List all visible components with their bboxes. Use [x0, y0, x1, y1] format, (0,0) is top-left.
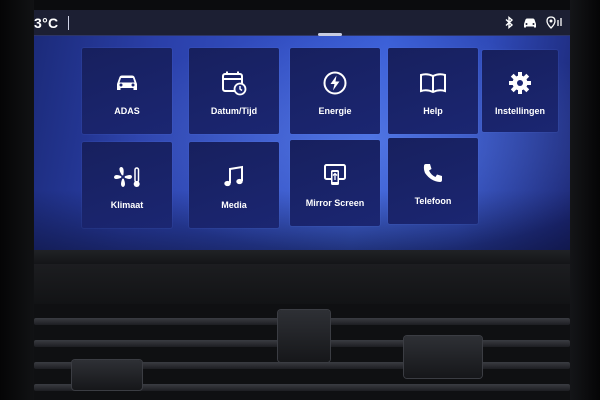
dashboard-panel — [34, 264, 570, 304]
tile-energie[interactable]: Energie — [290, 48, 380, 134]
tile-label: Energie — [318, 106, 352, 116]
tile-label: ADAS — [114, 106, 140, 116]
tile-label: Instellingen — [494, 106, 545, 116]
tile-label: Mirror Screen — [305, 198, 365, 208]
tile-label: Media — [221, 200, 247, 210]
tile-klimaat[interactable]: Klimaat — [82, 142, 172, 228]
tile-help[interactable]: Help — [388, 48, 478, 134]
car-icon — [114, 66, 140, 100]
book-icon — [419, 66, 447, 100]
car-icon — [522, 17, 538, 29]
status-bar: 3°C — [34, 10, 570, 36]
bezel-right — [570, 0, 600, 400]
vent-adjust-tab-left[interactable] — [72, 360, 142, 390]
tile-adas[interactable]: ADAS — [82, 48, 172, 134]
music-note-icon — [222, 160, 246, 194]
status-icons — [504, 16, 564, 29]
tile-media[interactable]: Media — [189, 142, 279, 228]
bezel-left — [0, 0, 34, 400]
gear-icon — [508, 66, 532, 100]
fan-temperature-icon — [112, 160, 142, 194]
bluetooth-icon — [504, 16, 514, 29]
infotainment-screen: 3°C ADAS Datum/Tijd Energie Help Instell… — [34, 10, 570, 250]
tile-label: Klimaat — [110, 200, 144, 210]
tile-label: Datum/Tijd — [210, 106, 258, 116]
calendar-clock-icon — [221, 66, 247, 100]
pull-down-handle[interactable] — [318, 33, 342, 36]
phone-icon — [422, 156, 444, 190]
status-divider — [68, 16, 69, 30]
mirror-screen-icon — [322, 158, 348, 192]
outside-temperature: 3°C — [34, 15, 59, 31]
vent-adjust-tab[interactable] — [404, 336, 482, 378]
tile-telefoon[interactable]: Telefoon — [388, 138, 478, 224]
vent-control-knob[interactable] — [278, 310, 330, 362]
tile-label: Telefoon — [414, 196, 452, 206]
tile-instellingen[interactable]: Instellingen — [482, 50, 558, 132]
dashboard-trim — [34, 250, 570, 264]
tile-datum-tijd[interactable]: Datum/Tijd — [189, 48, 279, 134]
tile-label: Help — [423, 106, 443, 116]
lightning-icon — [322, 66, 348, 100]
tile-mirror-screen[interactable]: Mirror Screen — [290, 140, 380, 226]
location-icon — [546, 16, 564, 29]
